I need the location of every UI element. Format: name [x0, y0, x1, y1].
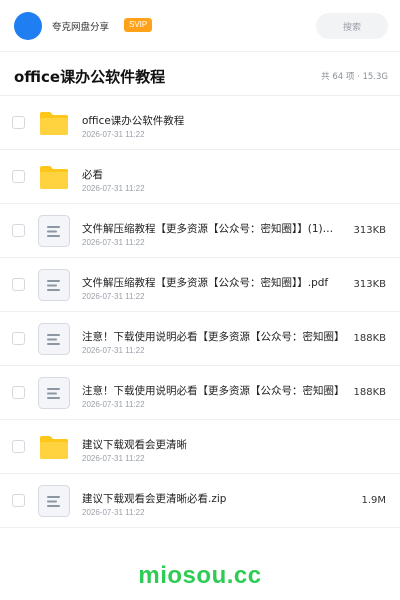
file-date: 2026-07-31 11:22 [82, 238, 145, 247]
file-date: 2026-07-31 11:22 [82, 508, 145, 517]
file-row[interactable]: 注意！下载使用说明必看【更多资源【公众号：密知圈】 2026-07-31 11:… [0, 366, 400, 420]
page-title: office课办公软件教程 [14, 68, 166, 86]
file-row[interactable]: 注意！下载使用说明必看【更多资源【公众号：密知圈】 2026-07-31 11:… [0, 312, 400, 366]
file-row[interactable]: 建议下载观看会更清晰 2026-07-31 11:22 [0, 420, 400, 474]
row-checkbox[interactable] [12, 494, 25, 507]
file-size: 188KB [353, 387, 386, 398]
search-input[interactable]: 搜索 [316, 13, 388, 39]
folder-icon [38, 107, 70, 139]
document-icon [38, 485, 70, 517]
header: 夸克网盘分享 SVIP 搜索 [0, 0, 400, 52]
file-size: 313KB [353, 279, 386, 290]
svip-badge: SVIP [124, 18, 153, 32]
document-icon [38, 377, 70, 409]
file-name[interactable]: 注意！下载使用说明必看【更多资源【公众号：密知圈】 [82, 329, 352, 344]
file-name[interactable]: 注意！下载使用说明必看【更多资源【公众号：密知圈】 [82, 383, 352, 398]
file-size: 188KB [353, 333, 386, 344]
document-icon [38, 215, 70, 247]
file-row[interactable]: 文件解压缩教程【更多资源【公众号：密知圈】】(1)… 2026-07-31 11… [0, 204, 400, 258]
file-name[interactable]: 文件解压缩教程【更多资源【公众号：密知圈】】.pdf [82, 275, 352, 290]
document-icon [38, 269, 70, 301]
file-date: 2026-07-31 11:22 [82, 346, 145, 355]
avatar[interactable] [14, 12, 42, 40]
file-row[interactable]: 建议下载观看会更清晰必看.zip 2026-07-31 11:22 1.9M [0, 474, 400, 528]
row-checkbox[interactable] [12, 224, 25, 237]
file-name[interactable]: 必看 [82, 167, 352, 182]
folder-header: office课办公软件教程 共 64 项 · 15.3G [0, 52, 400, 96]
row-checkbox[interactable] [12, 332, 25, 345]
watermark: miosou.cc [138, 562, 262, 589]
folder-icon [38, 161, 70, 193]
document-icon [38, 323, 70, 355]
file-date: 2026-07-31 11:22 [82, 184, 145, 193]
file-size: 313KB [353, 225, 386, 236]
file-name[interactable]: 建议下载观看会更清晰 [82, 437, 352, 452]
file-row[interactable]: 必看 2026-07-31 11:22 [0, 150, 400, 204]
file-date: 2026-07-31 11:22 [82, 400, 145, 409]
row-checkbox[interactable] [12, 116, 25, 129]
file-list: office课办公软件教程 2026-07-31 11:22 必看 2026-0… [0, 96, 400, 528]
footer: miosou.cc [0, 552, 400, 600]
row-checkbox[interactable] [12, 170, 25, 183]
folder-meta: 共 64 项 · 15.3G [321, 72, 388, 82]
file-row[interactable]: office课办公软件教程 2026-07-31 11:22 [0, 96, 400, 150]
row-checkbox[interactable] [12, 386, 25, 399]
folder-icon [38, 431, 70, 463]
file-row[interactable]: 文件解压缩教程【更多资源【公众号：密知圈】】.pdf 2026-07-31 11… [0, 258, 400, 312]
file-date: 2026-07-31 11:22 [82, 130, 145, 139]
row-checkbox[interactable] [12, 440, 25, 453]
file-date: 2026-07-31 11:22 [82, 454, 145, 463]
file-name[interactable]: 文件解压缩教程【更多资源【公众号：密知圈】】(1)… [82, 221, 352, 236]
file-name[interactable]: office课办公软件教程 [82, 113, 352, 128]
file-name[interactable]: 建议下载观看会更清晰必看.zip [82, 491, 352, 506]
file-size: 1.9M [361, 495, 386, 506]
file-date: 2026-07-31 11:22 [82, 292, 145, 301]
owner-name[interactable]: 夸克网盘分享 [52, 19, 109, 33]
row-checkbox[interactable] [12, 278, 25, 291]
